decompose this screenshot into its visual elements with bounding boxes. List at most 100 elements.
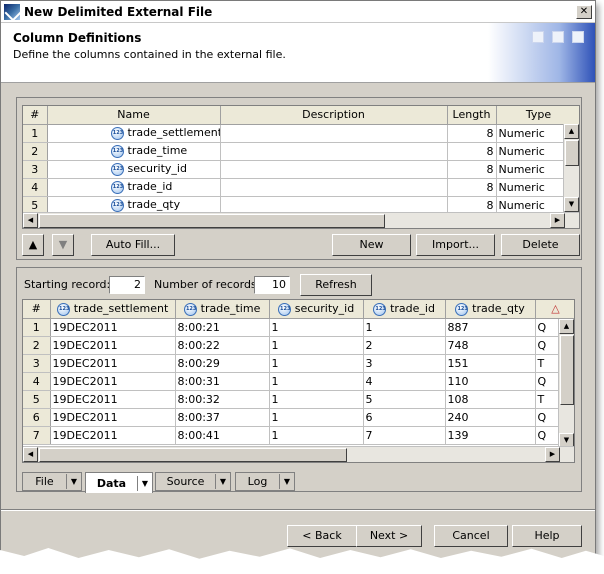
- tab-source[interactable]: Source ▼: [155, 472, 231, 491]
- scroll-thumb[interactable]: [39, 214, 385, 228]
- table-cell: 5: [363, 390, 446, 409]
- table-row[interactable]: 7 19DEC2011 8:00:41 1 7 139 Q: [23, 426, 574, 445]
- scroll-right-icon[interactable]: ▶: [545, 447, 560, 462]
- table-cell: 19DEC2011: [50, 426, 176, 445]
- scroll-down-icon[interactable]: ▼: [564, 197, 579, 212]
- column-name-cell[interactable]: trade_time: [47, 142, 221, 161]
- table-row[interactable]: 4 19DEC2011 8:00:31 1 4 110 Q: [23, 372, 574, 391]
- scroll-right-icon[interactable]: ▶: [550, 213, 565, 228]
- close-button[interactable]: ✕: [576, 4, 592, 19]
- preview-col-label: trade_id: [390, 302, 435, 315]
- column-description-cell[interactable]: [220, 160, 448, 179]
- table-cell: 19DEC2011: [50, 390, 176, 409]
- table-row[interactable]: 3 19DEC2011 8:00:29 1 3 151 T: [23, 354, 574, 373]
- preview-col-trade-qty[interactable]: trade_qty: [445, 300, 536, 319]
- table-row[interactable]: 6 19DEC2011 8:00:37 1 6 240 Q: [23, 408, 574, 427]
- tab-log[interactable]: Log ▼: [235, 472, 295, 491]
- preview-vertical-scrollbar[interactable]: ▲ ▼: [558, 319, 574, 448]
- cancel-button[interactable]: Cancel: [434, 525, 508, 547]
- preview-col-number[interactable]: #: [23, 300, 51, 319]
- column-description-cell[interactable]: [220, 142, 448, 161]
- table-row[interactable]: 2 trade_time 8 Numeric: [23, 142, 579, 161]
- tab-data[interactable]: Data ▼: [85, 472, 153, 493]
- columns-grid[interactable]: # Name Description Length Type 1 trade_s…: [22, 105, 580, 229]
- row-number: 6: [23, 408, 51, 427]
- chevron-down-icon[interactable]: ▼: [279, 474, 294, 489]
- preview-col-label: trade_qty: [472, 302, 525, 315]
- next-button[interactable]: Next >: [356, 525, 422, 547]
- numeric-icon: [183, 302, 198, 316]
- column-length-cell[interactable]: 8: [447, 142, 497, 161]
- scroll-thumb[interactable]: [39, 448, 347, 462]
- table-cell: 748: [445, 336, 536, 355]
- scroll-up-icon[interactable]: ▲: [564, 124, 579, 139]
- table-cell: 8:00:21: [175, 318, 270, 337]
- tab-file[interactable]: File ▼: [22, 472, 82, 491]
- preview-col-trade-time[interactable]: trade_time: [175, 300, 270, 319]
- table-cell: 1: [269, 426, 364, 445]
- help-button[interactable]: Help: [512, 525, 582, 547]
- import-button[interactable]: Import...: [416, 234, 495, 256]
- scroll-left-icon[interactable]: ◀: [23, 447, 38, 462]
- row-number: 3: [23, 354, 51, 373]
- scroll-thumb[interactable]: [560, 335, 574, 405]
- table-row[interactable]: 3 security_id 8 Numeric: [23, 160, 579, 179]
- move-up-button[interactable]: ▲: [22, 234, 44, 256]
- window-title: New Delimited External File: [24, 4, 213, 19]
- table-row[interactable]: 5 19DEC2011 8:00:32 1 5 108 T: [23, 390, 574, 409]
- preview-horizontal-scrollbar[interactable]: ◀ ▶: [23, 446, 574, 462]
- col-header-name[interactable]: Name: [47, 106, 221, 125]
- columns-vertical-scrollbar[interactable]: ▲ ▼: [563, 124, 579, 212]
- column-name-cell[interactable]: security_id: [47, 160, 221, 179]
- numeric-icon: [277, 302, 292, 316]
- table-row[interactable]: 1 trade_settlement 8 Numeric: [23, 124, 579, 143]
- preview-col-trade-settlement[interactable]: trade_settlement: [50, 300, 176, 319]
- chevron-down-icon[interactable]: ▼: [66, 474, 81, 489]
- col-header-number[interactable]: #: [23, 106, 48, 125]
- column-description-cell[interactable]: [220, 178, 448, 197]
- preview-col-trade-id[interactable]: trade_id: [363, 300, 446, 319]
- table-cell: 1: [269, 372, 364, 391]
- preview-col-security-id[interactable]: security_id: [269, 300, 364, 319]
- column-description-cell[interactable]: [220, 124, 448, 143]
- col-header-length[interactable]: Length: [447, 106, 497, 125]
- chevron-down-icon[interactable]: ▼: [137, 475, 152, 491]
- preview-col-character[interactable]: △: [535, 300, 574, 319]
- move-down-button[interactable]: ▼: [52, 234, 74, 256]
- columns-header-row: # Name Description Length Type: [23, 106, 579, 125]
- starting-record-input[interactable]: 2: [109, 276, 145, 294]
- column-length-cell[interactable]: 8: [447, 160, 497, 179]
- data-preview-grid[interactable]: # trade_settlement trade_time security_i…: [22, 299, 575, 463]
- table-row[interactable]: 1 19DEC2011 8:00:21 1 1 887 Q: [23, 318, 574, 337]
- column-name-cell[interactable]: trade_settlement: [47, 124, 221, 143]
- column-length-cell[interactable]: 8: [447, 178, 497, 197]
- table-cell: 2: [363, 336, 446, 355]
- refresh-button[interactable]: Refresh: [300, 274, 372, 296]
- table-cell: 1: [269, 336, 364, 355]
- numeric-icon: [110, 162, 125, 176]
- starting-record-label: Starting record:: [24, 278, 111, 291]
- row-number: 7: [23, 426, 51, 445]
- scroll-left-icon[interactable]: ◀: [23, 213, 38, 228]
- column-name-cell[interactable]: trade_id: [47, 178, 221, 197]
- chevron-down-icon[interactable]: ▼: [215, 474, 230, 489]
- numeric-icon: [373, 302, 387, 316]
- table-row[interactable]: 2 19DEC2011 8:00:22 1 2 748 Q: [23, 336, 574, 355]
- col-header-description[interactable]: Description: [220, 106, 448, 125]
- delete-button[interactable]: Delete: [501, 234, 580, 256]
- auto-fill-button[interactable]: Auto Fill...: [91, 234, 175, 256]
- table-row[interactable]: 4 trade_id 8 Numeric: [23, 178, 579, 197]
- data-preview-panel: Starting record: 2 Number of records: 10…: [16, 267, 582, 492]
- new-button[interactable]: New: [332, 234, 411, 256]
- numeric-icon: [110, 198, 125, 212]
- back-button[interactable]: < Back: [287, 525, 357, 547]
- columns-horizontal-scrollbar[interactable]: ◀ ▶: [23, 212, 579, 228]
- number-of-records-input[interactable]: 10: [254, 276, 290, 294]
- col-header-type[interactable]: Type: [496, 106, 579, 125]
- column-name: trade_time: [127, 144, 188, 158]
- scroll-thumb[interactable]: [565, 140, 579, 166]
- row-number: 5: [23, 390, 51, 409]
- column-length-cell[interactable]: 8: [447, 124, 497, 143]
- scroll-up-icon[interactable]: ▲: [559, 319, 574, 334]
- preview-col-label: trade_time: [200, 302, 261, 315]
